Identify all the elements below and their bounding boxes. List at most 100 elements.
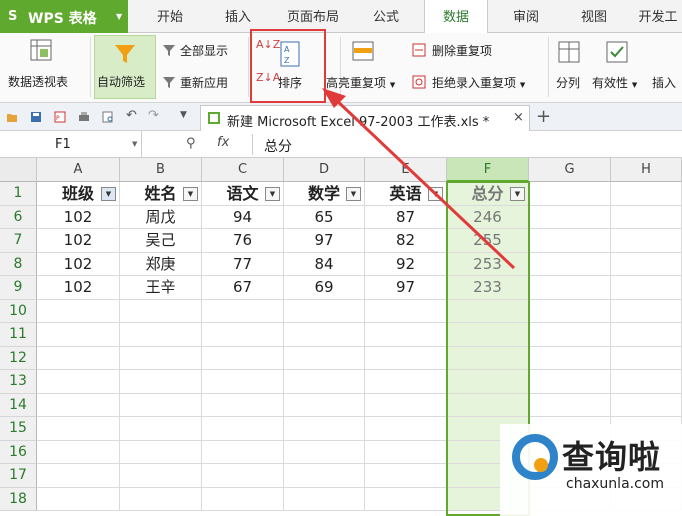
empty-cell[interactable] — [37, 393, 120, 417]
empty-cell[interactable] — [202, 487, 284, 511]
table-cell[interactable]: 77 — [202, 252, 284, 276]
empty-cell[interactable] — [365, 346, 447, 370]
header-cell[interactable]: 英语 ▼ — [365, 182, 447, 206]
table-cell[interactable]: 233 — [447, 276, 529, 300]
select-all-corner[interactable] — [0, 158, 37, 182]
empty-cell[interactable] — [284, 299, 365, 323]
filter-dropdown-icon[interactable]: ▼ — [183, 187, 198, 201]
table-cell[interactable]: 王辛 — [120, 276, 202, 300]
table-cell[interactable]: 255 — [447, 229, 529, 253]
empty-cell[interactable] — [202, 393, 284, 417]
name-box[interactable]: F1 ▼ — [0, 131, 142, 158]
empty-cell[interactable] — [529, 205, 611, 229]
empty-cell[interactable] — [284, 464, 365, 488]
row-header[interactable]: 16 — [0, 440, 37, 464]
empty-cell[interactable] — [529, 252, 611, 276]
table-cell[interactable]: 69 — [284, 276, 365, 300]
empty-cell[interactable] — [611, 182, 682, 206]
empty-cell[interactable] — [120, 370, 202, 394]
empty-cell[interactable] — [284, 370, 365, 394]
empty-cell[interactable] — [284, 346, 365, 370]
column-header-e[interactable]: E — [365, 158, 447, 182]
highlight-duplicates-button[interactable]: 高亮重复项 ▼ — [326, 74, 395, 91]
column-header-d[interactable]: D — [284, 158, 365, 182]
table-cell[interactable]: 87 — [365, 205, 447, 229]
empty-cell[interactable] — [529, 276, 611, 300]
row-header[interactable]: 15 — [0, 417, 37, 441]
row-header[interactable]: 17 — [0, 464, 37, 488]
open-folder-icon[interactable] — [6, 111, 18, 123]
empty-cell[interactable] — [365, 417, 447, 441]
table-cell[interactable]: 65 — [284, 205, 365, 229]
empty-cell[interactable] — [37, 299, 120, 323]
document-tab[interactable]: 新建 Microsoft Excel 97-2003 工作表.xls * × — [200, 105, 530, 131]
row-header[interactable]: 18 — [0, 487, 37, 511]
table-cell[interactable]: 102 — [37, 252, 120, 276]
empty-cell[interactable] — [202, 440, 284, 464]
empty-cell[interactable] — [365, 299, 447, 323]
empty-cell[interactable] — [365, 370, 447, 394]
empty-cell[interactable] — [611, 370, 682, 394]
empty-cell[interactable] — [611, 252, 682, 276]
empty-cell[interactable] — [447, 323, 529, 347]
empty-cell[interactable] — [202, 417, 284, 441]
empty-cell[interactable] — [611, 229, 682, 253]
empty-cell[interactable] — [202, 346, 284, 370]
header-cell[interactable]: 总分 ▼ — [447, 182, 529, 206]
empty-cell[interactable] — [37, 417, 120, 441]
redo-icon[interactable]: ↷ — [148, 108, 162, 123]
empty-cell[interactable] — [529, 323, 611, 347]
chevron-down-icon[interactable]: ▼ — [132, 140, 137, 148]
empty-cell[interactable] — [120, 299, 202, 323]
header-cell[interactable]: 语文 ▼ — [202, 182, 284, 206]
empty-cell[interactable] — [611, 276, 682, 300]
empty-cell[interactable] — [447, 370, 529, 394]
empty-cell[interactable] — [365, 393, 447, 417]
formula-input[interactable]: 总分 — [264, 136, 292, 156]
table-cell[interactable]: 76 — [202, 229, 284, 253]
table-cell[interactable]: 94 — [202, 205, 284, 229]
empty-cell[interactable] — [365, 464, 447, 488]
empty-cell[interactable] — [120, 464, 202, 488]
autofilter-button[interactable]: 自动筛选 — [94, 35, 156, 99]
empty-cell[interactable] — [202, 323, 284, 347]
reapply-button[interactable]: 重新应用 — [180, 74, 228, 91]
column-header-c[interactable]: C — [202, 158, 284, 182]
empty-cell[interactable] — [529, 346, 611, 370]
empty-cell[interactable] — [284, 487, 365, 511]
header-cell[interactable]: 班级 ▼ — [37, 182, 120, 206]
table-cell[interactable]: 82 — [365, 229, 447, 253]
empty-cell[interactable] — [447, 393, 529, 417]
undo-icon[interactable]: ↶ — [126, 108, 140, 123]
tab-view[interactable]: 视图 — [568, 0, 620, 33]
empty-cell[interactable] — [120, 417, 202, 441]
empty-cell[interactable] — [611, 299, 682, 323]
show-all-button[interactable]: 全部显示 — [180, 42, 228, 59]
empty-cell[interactable] — [611, 393, 682, 417]
table-cell[interactable]: 郑庚 — [120, 252, 202, 276]
tab-developer[interactable]: 开发工 — [634, 0, 682, 33]
column-header-h[interactable]: H — [611, 158, 682, 182]
remove-duplicates-button[interactable]: 删除重复项 — [432, 42, 492, 59]
print-preview-icon[interactable] — [102, 111, 114, 123]
table-cell[interactable]: 97 — [365, 276, 447, 300]
app-menu-button[interactable]: S WPS 表格 ▼ — [0, 0, 128, 33]
column-header-f[interactable]: F — [447, 158, 529, 182]
insert-button[interactable]: 插入 — [652, 74, 676, 91]
empty-cell[interactable] — [202, 299, 284, 323]
table-cell[interactable]: 周戊 — [120, 205, 202, 229]
row-header[interactable]: 7 — [0, 229, 37, 253]
row-header[interactable]: 14 — [0, 393, 37, 417]
print-icon[interactable] — [78, 111, 90, 123]
export-pdf-icon[interactable]: P — [54, 111, 66, 123]
column-header-a[interactable]: A — [37, 158, 120, 182]
fx-icon[interactable]: fx — [217, 135, 229, 150]
table-cell[interactable]: 102 — [37, 229, 120, 253]
tab-start[interactable]: 开始 — [142, 0, 198, 33]
zoom-icon[interactable]: ⚲ — [186, 136, 196, 151]
row-header[interactable]: 10 — [0, 299, 37, 323]
pivot-table-button[interactable]: 数据透视表 — [8, 73, 68, 90]
header-cell[interactable]: 数学 ▼ — [284, 182, 365, 206]
table-cell[interactable]: 253 — [447, 252, 529, 276]
empty-cell[interactable] — [529, 370, 611, 394]
